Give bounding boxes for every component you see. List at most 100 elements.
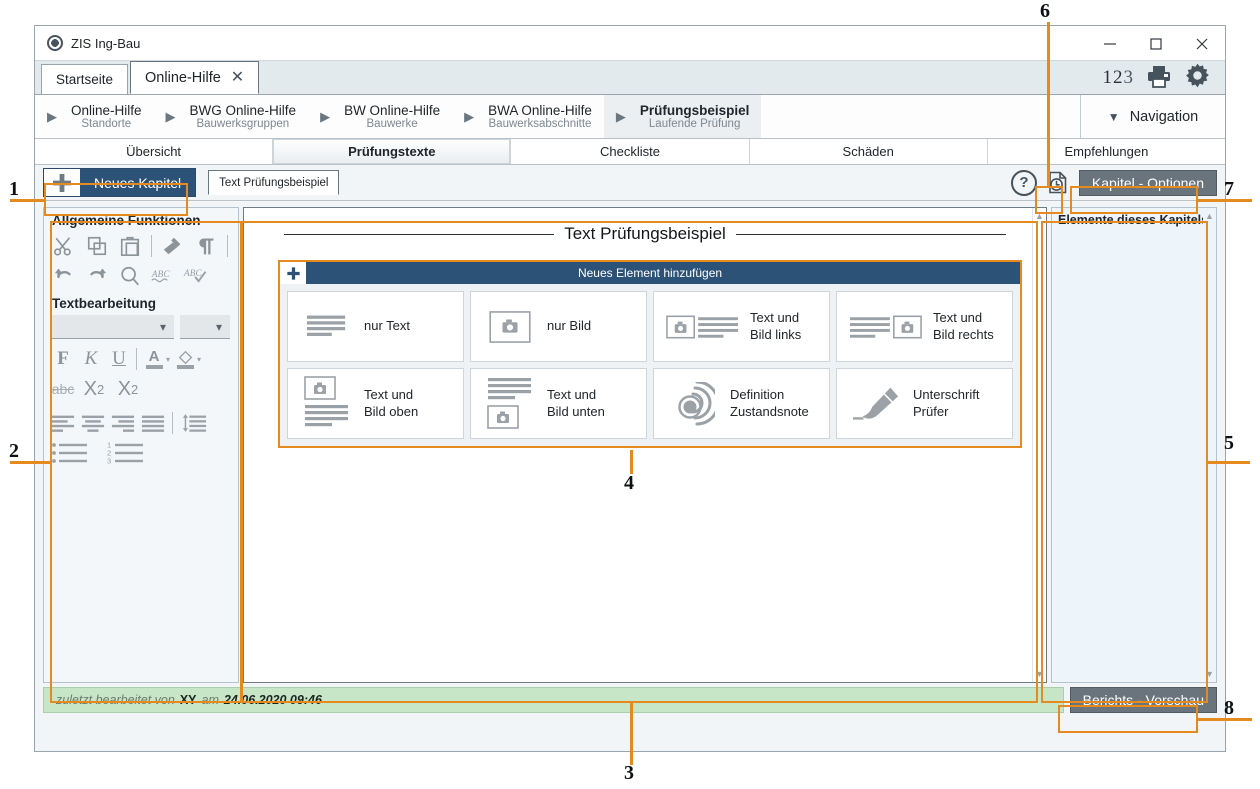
- strikethrough-icon[interactable]: abc: [50, 375, 76, 403]
- annotation-number-4: 4: [624, 472, 634, 494]
- scissors-icon[interactable]: [50, 232, 78, 260]
- card-nur-bild[interactable]: nur Bild: [470, 291, 647, 362]
- close-icon[interactable]: ✕: [231, 69, 244, 86]
- tab-checkliste[interactable]: Checkliste: [511, 139, 750, 164]
- card-definition-zustandsnote[interactable]: Definition Zustandsnote: [653, 368, 830, 439]
- close-icon[interactable]: [1179, 26, 1225, 61]
- editor-scrollbar[interactable]: ▲ ▼: [1032, 208, 1046, 682]
- breadcrumb-item-1[interactable]: ▶ BWG Online-Hilfe Bauwerksgruppen: [154, 95, 309, 138]
- app-tab-label: Online-Hilfe: [145, 69, 221, 86]
- scroll-down-arrow-icon[interactable]: ▼: [1205, 669, 1214, 679]
- breadcrumb-item-4[interactable]: ▶ Prüfungsbeispiel Laufende Prüfung: [603, 95, 762, 138]
- chapter-options-button[interactable]: Kapitel - Optionen: [1078, 169, 1217, 196]
- align-left-icon[interactable]: [50, 409, 76, 437]
- toolbar-separator: [227, 235, 228, 257]
- annotation-number-7: 7: [1224, 178, 1234, 200]
- pilcrow-icon[interactable]: [192, 232, 220, 260]
- annotation-leader-6: [1047, 22, 1050, 188]
- minimize-icon[interactable]: [1087, 26, 1133, 61]
- page-numbers[interactable]: 123: [1103, 67, 1135, 89]
- line-spacing-icon[interactable]: [179, 409, 209, 437]
- scroll-up-arrow-icon[interactable]: ▲: [1035, 211, 1044, 221]
- printer-icon[interactable]: [1146, 64, 1172, 93]
- status-date: 24.06.2020 09:46: [223, 693, 322, 707]
- plus-icon: [280, 262, 306, 284]
- bold-icon[interactable]: F: [50, 345, 76, 373]
- tab-label: Schäden: [842, 144, 894, 159]
- new-chapter-button[interactable]: Neues Kapitel: [43, 168, 197, 197]
- tab-label: Checkliste: [600, 144, 660, 159]
- search-icon[interactable]: [116, 262, 144, 290]
- align-justify-icon[interactable]: [140, 409, 166, 437]
- font-selectors: ▾ ▾: [50, 315, 232, 339]
- alignment-row: [50, 409, 232, 437]
- spellcheck-ok-icon[interactable]: ABC: [182, 262, 210, 290]
- question-mark-icon[interactable]: ?: [1010, 169, 1037, 196]
- chapter-elements-scrollbar[interactable]: ▲ ▼: [1203, 208, 1216, 682]
- document-tab-text-pruefungsbeispiel[interactable]: Text Prüfungsbeispiel: [208, 170, 340, 195]
- font-family-select[interactable]: ▾: [50, 315, 174, 339]
- card-text-und-bild-unten[interactable]: Text und Bild unten: [470, 368, 647, 439]
- numbered-list-icon[interactable]: 1 2 3: [106, 439, 152, 467]
- tabstrip-tools: 123: [1103, 61, 1220, 95]
- italic-icon[interactable]: K: [78, 345, 104, 373]
- tab-pruefungstexte[interactable]: Prüfungstexte: [273, 139, 512, 164]
- font-size-select[interactable]: ▾: [180, 315, 230, 339]
- paste-icon[interactable]: [116, 232, 144, 260]
- spellcheck-icon[interactable]: ABC: [149, 262, 177, 290]
- condition-rating-icon: [666, 381, 720, 426]
- card-unterschrift-pruefer[interactable]: Unterschrift Prüfer: [836, 368, 1013, 439]
- gear-icon[interactable]: [1184, 62, 1211, 94]
- app-tab-startseite[interactable]: Startseite: [41, 64, 129, 94]
- list-row: 1 2 3: [50, 439, 232, 467]
- breadcrumb-subtitle: Bauwerke: [366, 117, 418, 130]
- format-painter-icon[interactable]: [159, 232, 187, 260]
- bullet-list-icon[interactable]: [50, 439, 96, 467]
- annotation-number-1: 1: [9, 178, 19, 200]
- undo-icon[interactable]: [50, 262, 78, 290]
- card-text-und-bild-links[interactable]: Text und Bild links: [653, 291, 830, 362]
- signature-pen-icon: [849, 385, 903, 423]
- card-text-und-bild-rechts[interactable]: Text und Bild rechts: [836, 291, 1013, 362]
- breadcrumb-subtitle: Bauwerksabschnitte: [488, 117, 592, 130]
- general-functions-row-1: [50, 232, 232, 260]
- card-text-und-bild-oben[interactable]: Text und Bild oben: [287, 368, 464, 439]
- new-chapter-label: Neues Kapitel: [80, 169, 196, 196]
- document-tab-label: Text Prüfungsbeispiel: [219, 176, 329, 189]
- card-nur-text[interactable]: nur Text: [287, 291, 464, 362]
- navigation-dropdown[interactable]: ▼ Navigation: [1080, 95, 1225, 138]
- chevron-down-icon[interactable]: ▾: [197, 355, 201, 364]
- annotation-number-8: 8: [1224, 697, 1234, 719]
- underline-icon[interactable]: U: [106, 345, 132, 373]
- maximize-icon[interactable]: [1133, 26, 1179, 61]
- copy-icon[interactable]: [83, 232, 111, 260]
- tab-schaeden[interactable]: Schäden: [749, 139, 988, 164]
- align-center-icon[interactable]: [80, 409, 106, 437]
- chevron-down-icon[interactable]: ▾: [166, 355, 170, 364]
- tab-empfehlungen[interactable]: Empfehlungen: [987, 139, 1226, 164]
- triangle-right-icon: ▶: [615, 108, 626, 124]
- app-tab-online-hilfe[interactable]: Online-Hilfe ✕: [130, 61, 260, 94]
- scroll-down-arrow-icon[interactable]: ▼: [1035, 669, 1044, 679]
- report-preview-button[interactable]: Berichts - Vorschau: [1069, 687, 1217, 713]
- card-label: Text und Bild rechts: [933, 310, 994, 342]
- breadcrumb-item-2[interactable]: ▶ BW Online-Hilfe Bauwerke: [308, 95, 452, 138]
- scroll-up-arrow-icon[interactable]: ▲: [1205, 211, 1214, 221]
- redo-icon[interactable]: [83, 262, 111, 290]
- breadcrumb-item-0[interactable]: ▶ Online-Hilfe Standorte: [35, 95, 154, 138]
- annotation-leader-3: [630, 703, 633, 765]
- subscript-icon[interactable]: X2: [78, 375, 110, 403]
- superscript-icon[interactable]: X2: [112, 375, 144, 403]
- svg-text:ABC: ABC: [151, 270, 171, 280]
- add-element-header[interactable]: Neues Element hinzufügen: [280, 262, 1020, 284]
- breadcrumb-title: Online-Hilfe: [71, 102, 142, 118]
- font-color-icon[interactable]: A: [141, 345, 167, 373]
- breadcrumb-item-3[interactable]: ▶ BWA Online-Hilfe Bauwerksabschnitte: [452, 95, 604, 138]
- general-functions-row-2: ABC ABC: [50, 262, 232, 290]
- highlight-color-icon[interactable]: [172, 345, 198, 373]
- align-right-icon[interactable]: [110, 409, 136, 437]
- triangle-right-icon: ▶: [165, 108, 176, 124]
- tab-uebersicht[interactable]: Übersicht: [35, 139, 274, 164]
- window-title: ZIS Ing-Bau: [71, 35, 141, 51]
- toolbar-separator: [136, 348, 137, 370]
